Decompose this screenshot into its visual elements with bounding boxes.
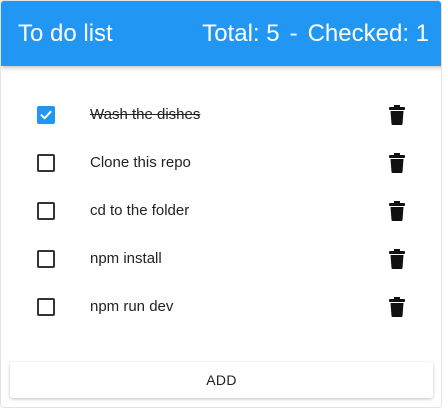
todo-app: To do list Total: 5- Checked: 1 Wash the … [0, 0, 442, 408]
trash-glyph [389, 297, 405, 317]
todo-label: cd to the folder [90, 202, 190, 219]
todo-item: cd to the folder [1, 187, 441, 235]
trash-icon[interactable] [386, 199, 408, 223]
checked-count: Checked: 1 [307, 19, 429, 47]
todo-checkbox[interactable] [37, 106, 55, 124]
todo-label: Wash the dishes [90, 106, 201, 123]
total-count: Total: 5 [202, 19, 280, 47]
todo-counts: Total: 5- Checked: 1 [202, 19, 429, 47]
count-separator: - [289, 19, 298, 47]
todo-list: Wash the dishes Clone this repo cd to th… [1, 91, 441, 331]
todo-item: Clone this repo [1, 139, 441, 187]
todo-checkbox[interactable] [37, 154, 55, 172]
app-title: To do list [18, 19, 113, 47]
trash-glyph [389, 153, 405, 173]
todo-checkbox[interactable] [37, 250, 55, 268]
add-button[interactable]: ADD [10, 362, 433, 398]
todo-label: npm run dev [90, 298, 174, 315]
todo-label: npm install [90, 250, 162, 267]
trash-glyph [389, 105, 405, 125]
todo-label: Clone this repo [90, 154, 191, 171]
checkmark-icon [40, 110, 52, 120]
trash-icon[interactable] [386, 103, 408, 127]
trash-icon[interactable] [386, 247, 408, 271]
todo-checkbox[interactable] [37, 298, 55, 316]
app-header: To do list Total: 5- Checked: 1 [1, 1, 441, 66]
todo-item: npm install [1, 235, 441, 283]
trash-icon[interactable] [386, 295, 408, 319]
trash-glyph [389, 249, 405, 269]
todo-item: Wash the dishes [1, 91, 441, 139]
trash-glyph [389, 201, 405, 221]
trash-icon[interactable] [386, 151, 408, 175]
todo-checkbox[interactable] [37, 202, 55, 220]
todo-item: npm run dev [1, 283, 441, 331]
